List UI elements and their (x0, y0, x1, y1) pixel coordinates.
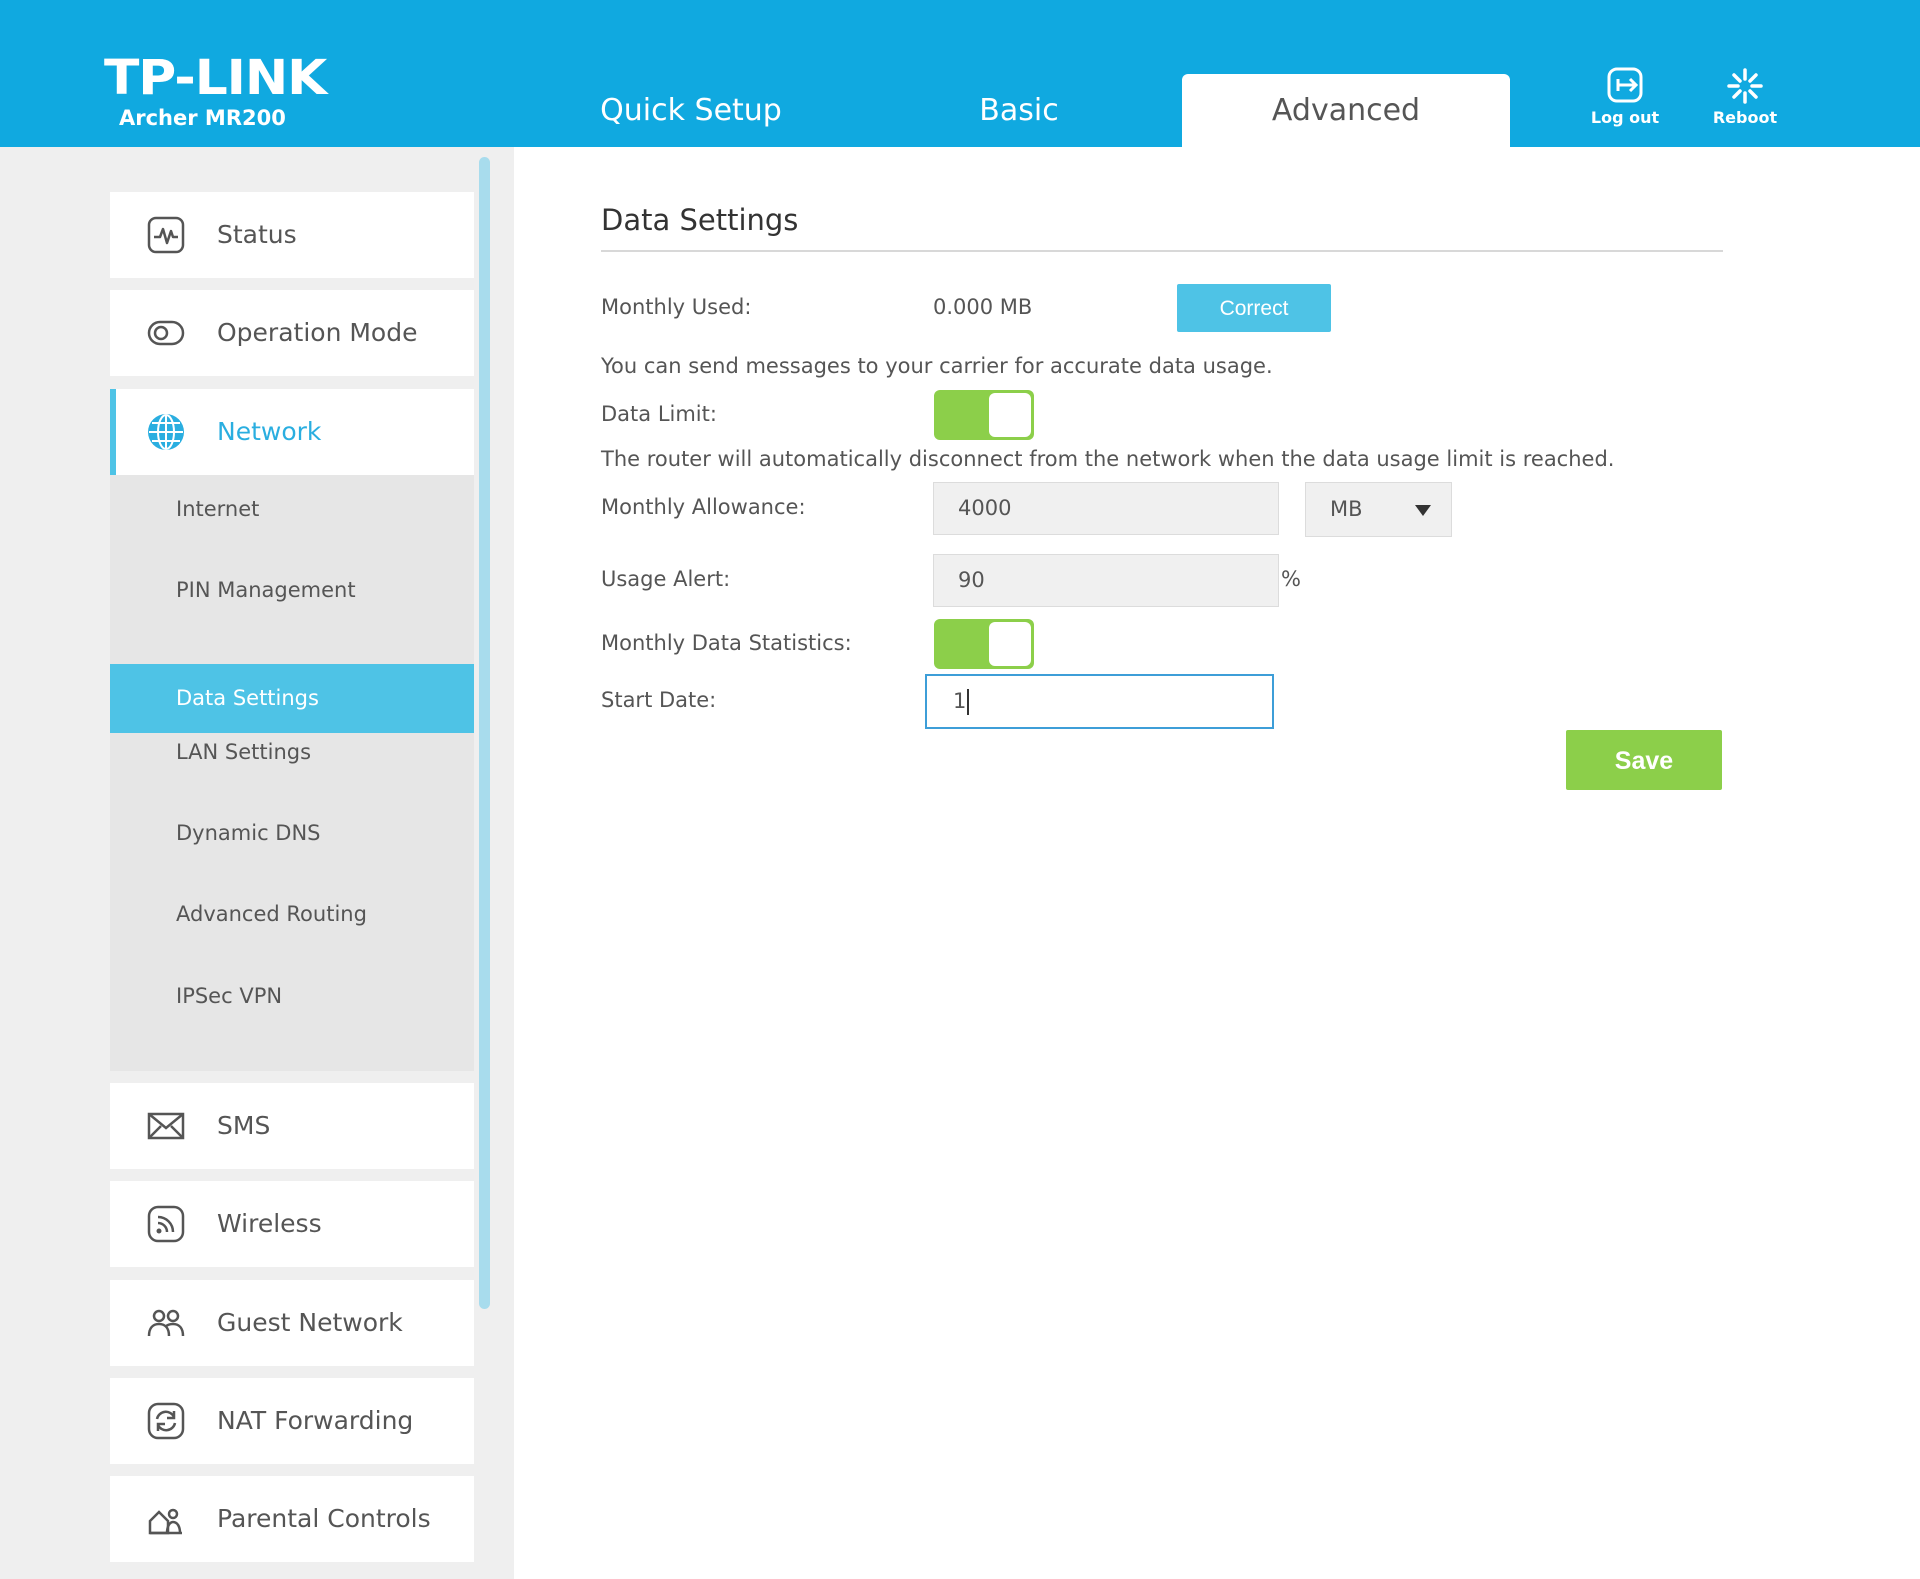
submenu-item-ipsec-vpn[interactable]: IPSec VPN (110, 962, 474, 1031)
sidebar-item-operation-mode[interactable]: Operation Mode (110, 290, 474, 376)
toggle-knob (989, 622, 1031, 666)
data-limit-label: Data Limit: (601, 402, 717, 426)
tab-basic[interactable]: Basic (888, 74, 1150, 147)
usage-alert-input[interactable]: 90 (933, 554, 1279, 607)
usage-alert-unit: % (1281, 567, 1301, 591)
parental-controls-icon (148, 1508, 182, 1535)
sidebar-scrollbar[interactable] (479, 157, 490, 1309)
sidebar-item-label: Operation Mode (217, 318, 418, 347)
disconnect-note: The router will automatically disconnect… (601, 447, 1615, 471)
tab-label: Quick Setup (600, 93, 782, 128)
allowance-unit-select[interactable]: MB (1305, 482, 1452, 537)
submenu-item-pin-management[interactable]: PIN Management (110, 556, 474, 625)
monthly-used-value: 0.000 MB (933, 295, 1033, 319)
select-value: MB (1330, 497, 1363, 521)
submenu-item-dynamic-dns[interactable]: Dynamic DNS (110, 799, 474, 868)
sidebar-item-label: SMS (217, 1111, 271, 1140)
dropdown-arrow-icon (1415, 505, 1431, 516)
sidebar-item-status[interactable]: Status (110, 192, 474, 278)
text-caret (967, 689, 970, 715)
tab-advanced[interactable]: Advanced (1182, 74, 1510, 147)
logout-label: Log out (1590, 108, 1660, 127)
submenu-item-lan-settings[interactable]: LAN Settings (110, 718, 474, 787)
sidebar-item-label: Parental Controls (217, 1504, 431, 1533)
operation-mode-icon (147, 320, 185, 346)
submenu-item-label: Dynamic DNS (176, 821, 321, 845)
toggle-knob (989, 393, 1031, 437)
submenu-item-label: Advanced Routing (176, 902, 367, 926)
page-title: Data Settings (601, 203, 799, 237)
sidebar-item-label: NAT Forwarding (217, 1406, 414, 1435)
monthly-stats-label: Monthly Data Statistics: (601, 631, 852, 655)
submenu-item-label: Data Settings (176, 686, 319, 710)
envelope-icon (147, 1112, 185, 1140)
sidebar-item-wireless[interactable]: Wireless (110, 1181, 474, 1267)
title-divider (601, 250, 1723, 252)
sidebar-item-parental-controls[interactable]: Parental Controls (110, 1476, 474, 1562)
network-submenu: Internet PIN Management Data Settings LA… (110, 475, 474, 1071)
sidebar-item-guest-network[interactable]: Guest Network (110, 1280, 474, 1366)
submenu-item-label: Internet (176, 497, 260, 521)
start-date-label: Start Date: (601, 688, 717, 712)
data-limit-toggle[interactable] (934, 390, 1034, 440)
tab-quick-setup[interactable]: Quick Setup (560, 74, 822, 147)
wireless-icon (147, 1205, 185, 1243)
monthly-allowance-input[interactable]: 4000 (933, 482, 1279, 535)
logout-button[interactable]: Log out (1575, 66, 1675, 127)
carrier-note: You can send messages to your carrier fo… (601, 354, 1273, 378)
start-date-value: 1 (953, 689, 967, 713)
monthly-used-label: Monthly Used: (601, 295, 752, 319)
usage-alert-label: Usage Alert: (601, 567, 731, 591)
model-name: Archer MR200 (119, 106, 286, 130)
logout-icon (1607, 67, 1643, 103)
sidebar-item-label: Guest Network (217, 1308, 403, 1337)
status-icon (147, 216, 185, 254)
sidebar-item-label: Status (217, 220, 297, 249)
tab-label: Advanced (1271, 93, 1421, 128)
submenu-item-label: PIN Management (176, 578, 356, 602)
submenu-item-internet[interactable]: Internet (110, 475, 474, 544)
reboot-button[interactable]: Reboot (1695, 66, 1795, 127)
brand-name: TP-LINK (104, 50, 327, 106)
monthly-allowance-label: Monthly Allowance: (601, 495, 806, 519)
tab-label: Basic (979, 93, 1059, 128)
reboot-label: Reboot (1712, 108, 1778, 127)
brand-logo: TP-LINK Archer MR200 (104, 52, 327, 130)
submenu-item-label: LAN Settings (176, 740, 312, 764)
sidebar-item-label: Wireless (217, 1209, 322, 1238)
save-button[interactable]: Save (1566, 730, 1722, 790)
start-date-input[interactable]: 1 (925, 674, 1274, 729)
submenu-item-advanced-routing[interactable]: Advanced Routing (110, 880, 474, 949)
globe-icon (148, 414, 184, 450)
reboot-icon (1727, 68, 1763, 104)
monthly-stats-toggle[interactable] (934, 619, 1034, 669)
sidebar-item-network[interactable]: Network (110, 389, 474, 475)
sidebar-item-label: Network (217, 417, 322, 446)
sidebar-item-sms[interactable]: SMS (110, 1083, 474, 1169)
sidebar-item-nat-forwarding[interactable]: NAT Forwarding (110, 1378, 474, 1464)
nat-forwarding-icon (147, 1402, 185, 1440)
guest-network-icon (147, 1309, 185, 1337)
correct-button[interactable]: Correct (1177, 284, 1331, 332)
top-header: TP-LINK Archer MR200 Quick Setup Basic A… (0, 0, 1920, 147)
submenu-item-label: IPSec VPN (176, 984, 283, 1008)
